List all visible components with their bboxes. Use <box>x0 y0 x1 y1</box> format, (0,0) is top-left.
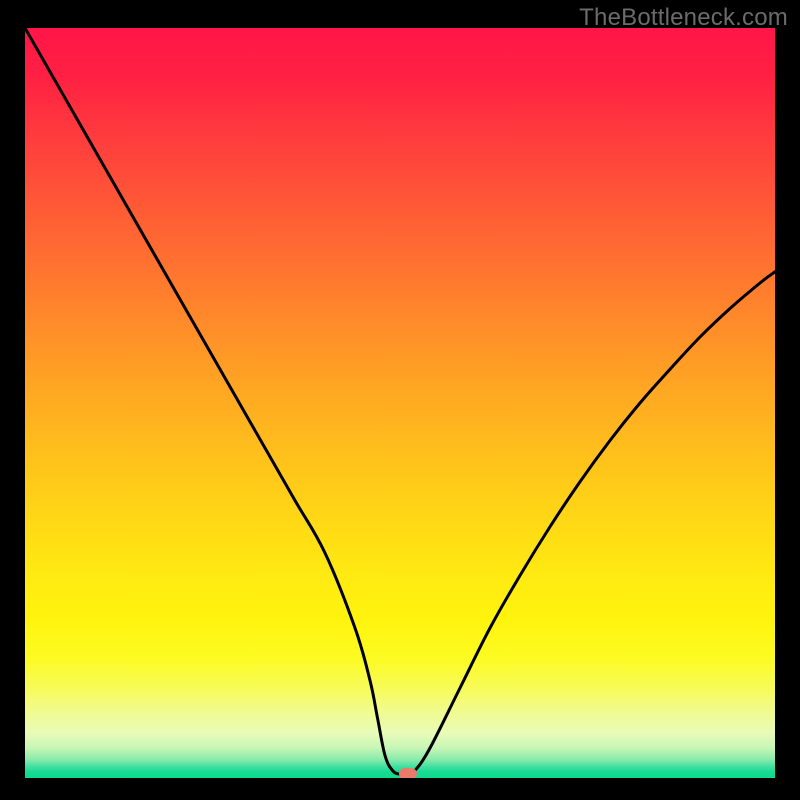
watermark-text: TheBottleneck.com <box>579 4 788 32</box>
bottleneck-curve-svg <box>25 28 775 778</box>
bottleneck-curve <box>25 28 775 775</box>
optimum-marker <box>399 768 417 778</box>
chart-frame: TheBottleneck.com <box>0 0 800 800</box>
plot-area <box>25 28 775 778</box>
